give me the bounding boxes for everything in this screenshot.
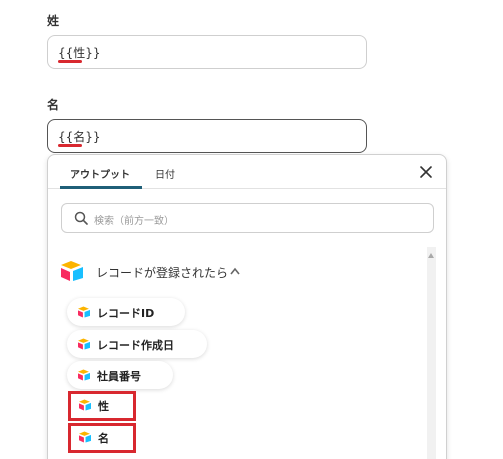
airtable-icon (78, 338, 90, 350)
chevron-up-icon[interactable] (230, 267, 240, 275)
airtable-icon (61, 261, 83, 281)
airtable-icon (79, 431, 91, 443)
list-item-mei[interactable]: 名 (68, 423, 136, 453)
mei-input-value: {{名}} (58, 130, 101, 144)
mei-input[interactable]: {{名}} (47, 119, 367, 153)
variable-picker-panel: アウトプット 日付 検索（前方一致） レコードが登録されたら レコードID レコ… (47, 154, 447, 459)
sei-input-value: {{性}} (58, 46, 101, 60)
scroll-up-arrow-icon[interactable] (428, 253, 434, 258)
active-tab-indicator (60, 186, 142, 189)
picker-tabs: アウトプット 日付 (48, 155, 446, 189)
chip-label: レコードID (97, 307, 155, 320)
chip-label: 名 (98, 432, 109, 445)
sei-input[interactable]: {{性}} (47, 35, 367, 69)
list-item-record-id[interactable]: レコードID (67, 298, 185, 326)
chip-label: 社員番号 (97, 370, 141, 383)
list-item-record-created[interactable]: レコード作成日 (67, 330, 207, 358)
field-label-sei: 姓 (47, 14, 60, 28)
search-icon (74, 211, 88, 225)
error-underline (58, 60, 82, 63)
tab-output[interactable]: アウトプット (70, 166, 130, 181)
close-icon[interactable] (418, 164, 434, 180)
search-input[interactable]: 検索（前方一致） (61, 203, 434, 233)
airtable-icon (78, 306, 90, 318)
airtable-icon (79, 399, 91, 411)
airtable-icon (78, 369, 90, 381)
chip-label: 性 (98, 400, 109, 413)
chip-label: レコード作成日 (97, 339, 174, 352)
search-placeholder: 検索（前方一致） (94, 216, 174, 227)
field-label-mei: 名 (47, 98, 60, 112)
error-underline (58, 144, 82, 147)
scrollbar[interactable] (427, 247, 436, 459)
group-label: レコードが登録されたら (96, 266, 229, 280)
list-item-sei[interactable]: 性 (68, 391, 136, 421)
tab-date[interactable]: 日付 (155, 166, 175, 181)
list-item-employee-number[interactable]: 社員番号 (67, 361, 173, 389)
